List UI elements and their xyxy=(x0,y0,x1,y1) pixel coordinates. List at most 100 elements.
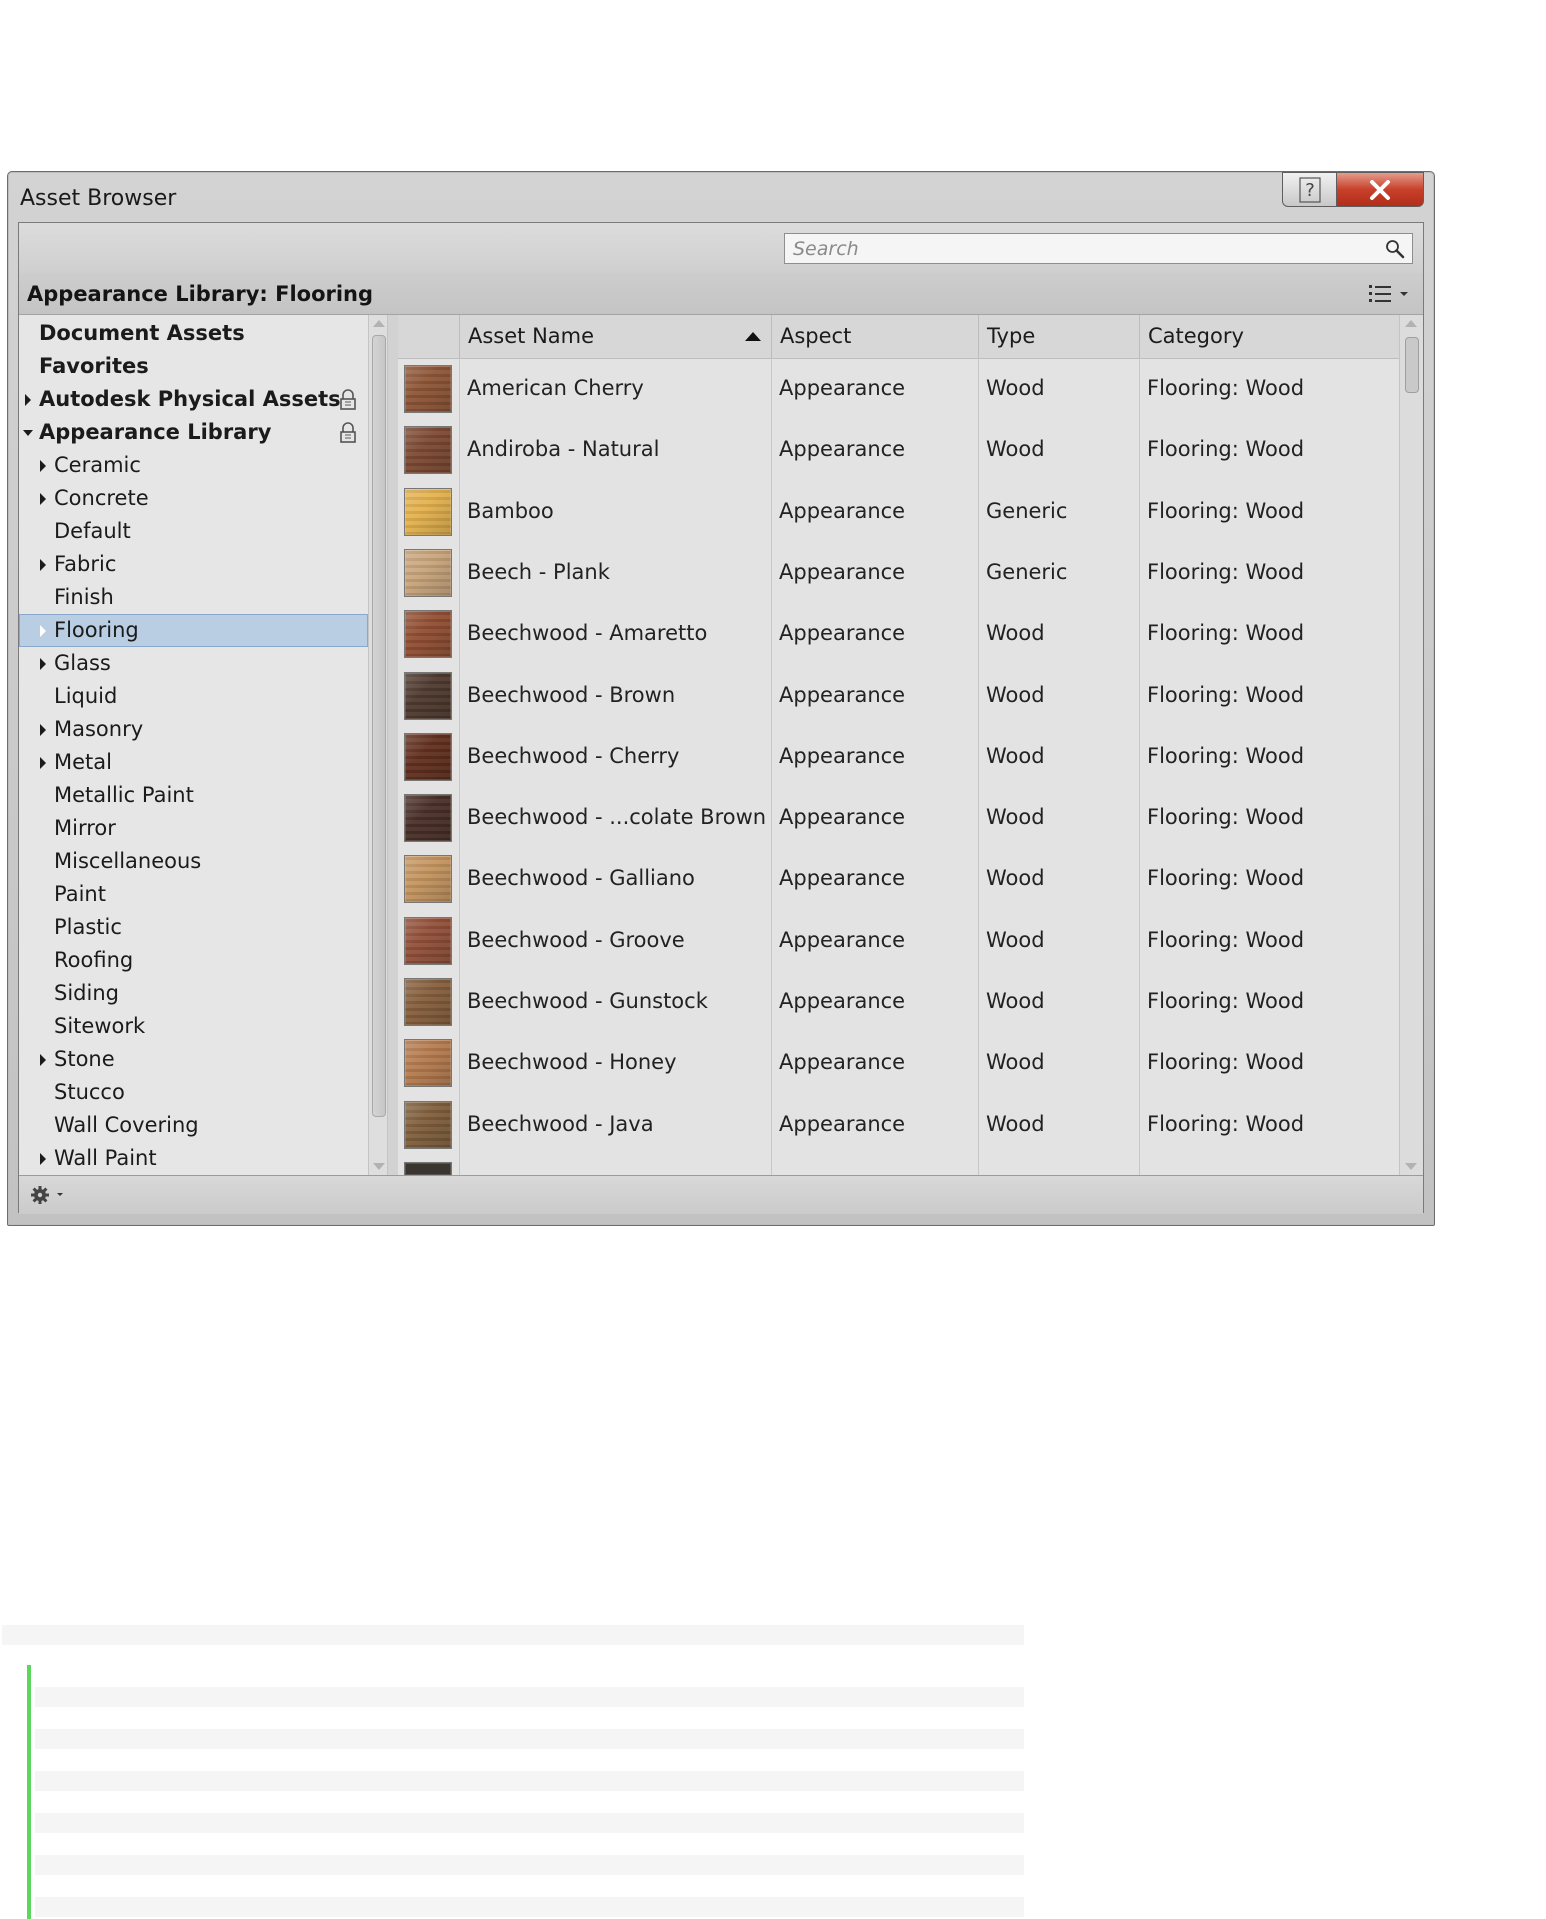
material-swatch-icon xyxy=(404,855,452,904)
table-row[interactable]: Beechwood - Groove Appearance Wood Flooring… xyxy=(398,910,1399,971)
tree-item-mirror[interactable]: Mirror xyxy=(19,812,368,845)
asset-browser-window: Asset Browser ? Appearance Library xyxy=(7,171,1435,1226)
cell-asset-name: Beechwood - Amaretto xyxy=(467,621,708,646)
table-row[interactable]: Beechwood - Galliano Appearance Wood Floori… xyxy=(398,848,1399,909)
table-row[interactable]: Beech - Plank Appearance Generic Flooring: … xyxy=(398,542,1399,603)
table-row[interactable]: Beechwood - Brown Appearance Wood Flooring:… xyxy=(398,665,1399,726)
tree-item-sitework[interactable]: Sitework xyxy=(19,1010,368,1043)
tree-item-default[interactable]: Default xyxy=(19,515,368,548)
tree-item-liquid[interactable]: Liquid xyxy=(19,680,368,713)
collapsed-arrow-icon[interactable] xyxy=(38,657,48,671)
splitter[interactable] xyxy=(388,315,398,1175)
cell-category: Flooring: Wood xyxy=(1147,559,1305,584)
tree-item-paint[interactable]: Paint xyxy=(19,878,368,911)
material-swatch-icon xyxy=(404,426,452,475)
collapsed-arrow-icon[interactable] xyxy=(38,723,48,737)
tree-scroll-thumb[interactable] xyxy=(372,335,386,1117)
tree-item-stone[interactable]: Stone xyxy=(19,1043,368,1076)
tree-item-glass[interactable]: Glass xyxy=(19,647,368,680)
column-header-aspect[interactable]: Aspect xyxy=(771,315,978,358)
sort-ascending-icon xyxy=(745,332,761,341)
tree-item-miscellaneous[interactable]: Miscellaneous xyxy=(19,845,368,878)
material-swatch-icon xyxy=(404,365,452,413)
tree-item-masonry[interactable]: Masonry xyxy=(19,713,368,746)
search-box[interactable] xyxy=(784,233,1413,264)
column-header-thumbnail[interactable] xyxy=(398,315,459,358)
tree-scrollbar[interactable] xyxy=(368,315,388,1175)
column-header-type[interactable]: Type xyxy=(978,315,1139,358)
cell-category: Flooring: Wood xyxy=(1147,498,1305,523)
tree-item-label: Metallic Paint xyxy=(54,783,194,807)
table-row[interactable]: Beechwood - Cherry Appearance Wood Flooring… xyxy=(398,726,1399,787)
cell-type: Wood xyxy=(986,376,1045,400)
table-row[interactable]: American Cherry Appearance Wood Flooring: W… xyxy=(398,358,1399,419)
cell-category: Flooring: Wood xyxy=(1147,805,1305,830)
collapsed-arrow-icon[interactable] xyxy=(38,558,48,572)
tree-item-label: Metal xyxy=(54,750,112,774)
tree-item-concrete[interactable]: Concrete xyxy=(19,482,368,515)
expanded-arrow-icon[interactable] xyxy=(23,426,33,440)
close-button[interactable] xyxy=(1336,172,1424,207)
collapsed-arrow-icon[interactable] xyxy=(38,756,48,770)
library-header: Appearance Library: Flooring xyxy=(19,273,1423,315)
tree-item-autodesk-physical-assets[interactable]: Autodesk Physical Assets xyxy=(19,383,368,416)
collapsed-arrow-icon[interactable] xyxy=(38,459,48,473)
scroll-down-arrow[interactable] xyxy=(373,1163,385,1170)
table-row[interactable]: Beechwood - ...colate Brown Appearance Woo… xyxy=(398,787,1399,848)
column-header-category[interactable]: Category xyxy=(1139,315,1399,358)
help-button[interactable]: ? xyxy=(1282,172,1337,207)
table-row[interactable]: Beechwood - Honey Appearance Wood Flooring:… xyxy=(398,1032,1399,1093)
tree-item-label: Liquid xyxy=(54,684,118,708)
tree-item-plastic[interactable]: Plastic xyxy=(19,911,368,944)
scroll-down-arrow[interactable] xyxy=(1405,1163,1417,1170)
collapsed-arrow-icon[interactable] xyxy=(23,393,33,407)
tree-item-wall-covering[interactable]: Wall Covering xyxy=(19,1109,368,1142)
material-swatch-icon xyxy=(404,671,452,720)
tree-item-metal[interactable]: Metal xyxy=(19,746,368,779)
scroll-up-arrow[interactable] xyxy=(373,320,385,327)
table-scrollbar[interactable] xyxy=(1399,315,1423,1175)
cell-type: Generic xyxy=(986,559,1068,584)
tree-item-metallic-paint[interactable]: Metallic Paint xyxy=(19,779,368,812)
tree-item-wall-paint[interactable]: Wall Paint xyxy=(19,1142,368,1175)
tree-item-label: Favorites xyxy=(39,354,149,378)
tree-item-siding[interactable]: Siding xyxy=(19,977,368,1010)
view-options-button[interactable] xyxy=(1367,281,1411,307)
page-skeleton-bar xyxy=(2,1625,1024,1645)
table-row[interactable]: Beechwood - Amaretto Appearance Wood Floori… xyxy=(398,603,1399,664)
tree-item-finish[interactable]: Finish xyxy=(19,581,368,614)
tree-item-ceramic[interactable]: Ceramic xyxy=(19,449,368,482)
tree-item-label: Plastic xyxy=(54,915,122,939)
column-header-asset-name[interactable]: Asset Name xyxy=(459,315,771,358)
cell-asset-name: Beechwood - Cherry xyxy=(467,743,680,768)
table-row[interactable]: Beechwood - Java Appearance Wood Flooring: … xyxy=(398,1094,1399,1155)
cell-asset-name: Beechwood - Java xyxy=(467,1111,654,1136)
collapsed-arrow-icon[interactable] xyxy=(38,492,48,506)
tree-item-fabric[interactable]: Fabric xyxy=(19,548,368,581)
collapsed-arrow-icon[interactable] xyxy=(38,1152,48,1166)
skeleton-line xyxy=(35,1771,1024,1791)
tree-item-label: Appearance Library xyxy=(39,420,272,444)
collapsed-arrow-icon[interactable] xyxy=(38,1053,48,1067)
tree-item-stucco[interactable]: Stucco xyxy=(19,1076,368,1109)
collapsed-arrow-icon[interactable] xyxy=(38,624,48,638)
cell-aspect: Appearance xyxy=(779,1050,906,1075)
search-input[interactable] xyxy=(785,234,1373,263)
table-row[interactable]: Bamboo Appearance Generic Flooring: Wood xyxy=(398,481,1399,542)
tree-item-favorites[interactable]: Favorites xyxy=(19,350,368,383)
cell-category: Flooring: Wood xyxy=(1147,866,1305,891)
cell-asset-name: Beechwood - Galliano xyxy=(467,866,695,891)
title-bar[interactable]: Asset Browser ? xyxy=(8,172,1434,222)
settings-button[interactable] xyxy=(29,1183,69,1207)
tree-item-roofing[interactable]: Roofing xyxy=(19,944,368,977)
list-view-icon xyxy=(1369,285,1408,302)
tree-item-flooring[interactable]: Flooring xyxy=(19,614,368,647)
tree-item-document-assets[interactable]: Document Assets xyxy=(19,317,368,350)
table-row[interactable]: Beechwood - Gunstock Appearance Wood Floori… xyxy=(398,971,1399,1032)
table-scroll-thumb[interactable] xyxy=(1405,337,1419,393)
tree-item-appearance-library[interactable]: Appearance Library xyxy=(19,416,368,449)
table-row[interactable]: Andiroba - Natural Appearance Wood Flooring… xyxy=(398,419,1399,480)
material-swatch-icon xyxy=(404,1100,452,1149)
scroll-up-arrow[interactable] xyxy=(1405,320,1417,327)
search-icon[interactable] xyxy=(1384,238,1406,260)
